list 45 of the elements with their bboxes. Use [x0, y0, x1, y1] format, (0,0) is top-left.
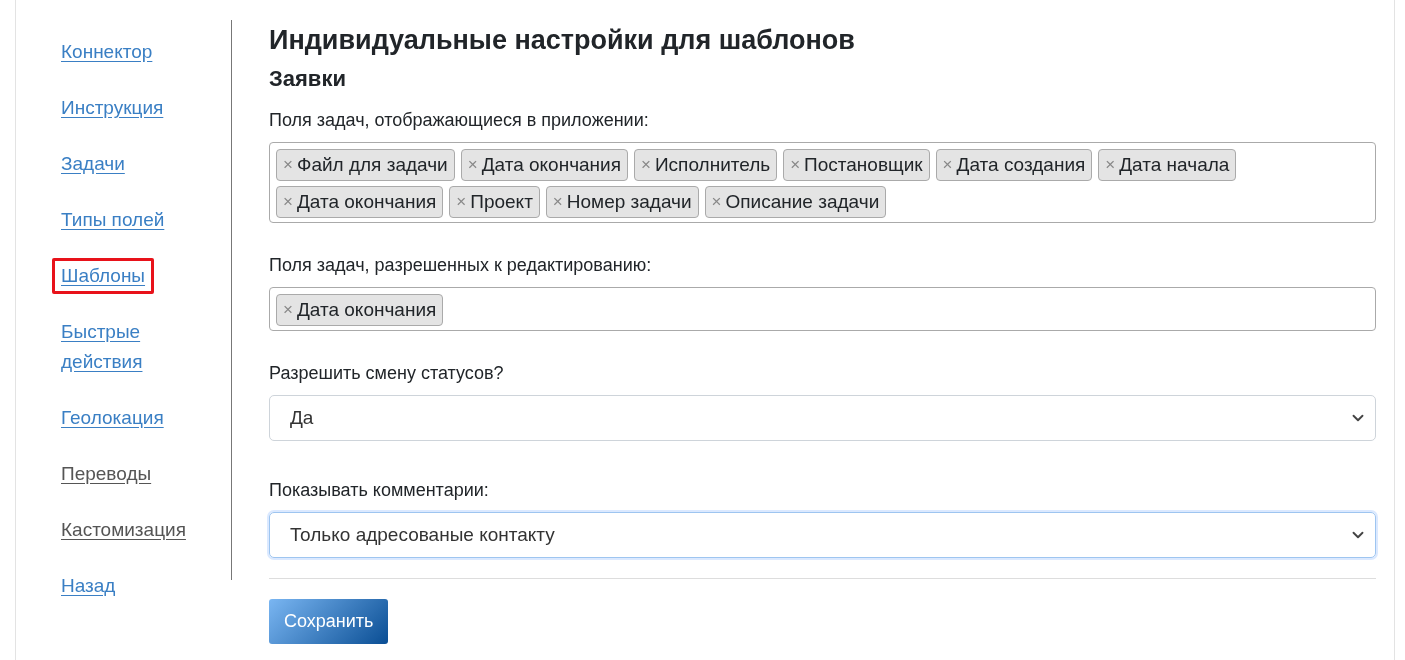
remove-tag-icon[interactable]: × — [283, 295, 293, 325]
sidebar-link[interactable]: Быстрые действия — [52, 314, 200, 380]
remove-tag-icon[interactable]: × — [456, 187, 467, 217]
remove-tag-icon[interactable]: × — [552, 187, 563, 217]
multi-select-field[interactable]: × Файл для задачи × Дата окончания × Исполнитель × Постановщик × Дата создания × Дата начала × Дата окончания × Проект × Номер задачи × Описание задачи — [269, 142, 1376, 223]
select-value: Да — [290, 407, 314, 429]
page-title: Индивидуальные настройки для шаблонов — [269, 24, 856, 57]
sidebar-link[interactable]: Инструкция — [52, 90, 173, 126]
tag-label: Дата начала — [1119, 153, 1230, 177]
tag-label: Дата окончания — [481, 153, 621, 177]
sidebar-link[interactable]: Геолокация — [52, 400, 173, 436]
sidebar-link[interactable]: Типы полей — [52, 202, 174, 238]
field-label: Разрешить смену статусов? — [269, 362, 505, 385]
sidebar-link[interactable]: Шаблоны — [52, 258, 155, 294]
sidebar-link[interactable]: Переводы — [52, 456, 161, 492]
sidebar-link[interactable]: Задачи — [52, 146, 134, 182]
field-label: Показывать комментарии: — [269, 479, 490, 502]
section-title: Заявки — [269, 65, 347, 93]
remove-tag-icon[interactable]: × — [641, 150, 651, 180]
back-link[interactable]: Назад — [52, 568, 125, 604]
save-button[interactable]: Сохранить — [269, 599, 389, 644]
field-label: Поля задач, разрешенных к редактированию: — [269, 254, 653, 277]
sidebar-link[interactable]: Коннектор — [52, 34, 162, 70]
select-field[interactable]: Только адресованые контакту — [269, 512, 1376, 558]
tag-label: Номер задачи — [566, 190, 692, 214]
remove-tag-icon[interactable]: × — [942, 150, 953, 180]
remove-tag-icon[interactable]: × — [467, 150, 478, 180]
select-value: Только адресованые контакту — [290, 524, 555, 546]
remove-tag-icon[interactable]: × — [283, 150, 293, 180]
remove-tag-icon[interactable]: × — [711, 187, 722, 217]
remove-tag-icon[interactable]: × — [1105, 150, 1116, 180]
tag-label: Постановщик — [804, 153, 923, 177]
remove-tag-icon[interactable]: × — [283, 187, 293, 217]
field-label: Поля задач, отображающиеся в приложении: — [269, 109, 650, 132]
tag-label: Проект — [470, 190, 533, 214]
tag-label: Дата создания — [956, 153, 1086, 177]
sidebar-link[interactable]: Кастомизация — [52, 512, 195, 548]
multi-select-field[interactable]: × Дата окончания — [269, 287, 1376, 331]
tag-label: Исполнитель — [654, 153, 771, 177]
tag-label: Файл для задачи — [296, 153, 448, 177]
remove-tag-icon[interactable]: × — [790, 150, 801, 180]
tag-label: Дата окончания — [296, 190, 437, 214]
select-field[interactable]: Да — [269, 395, 1376, 441]
tag-label: Описание задачи — [725, 190, 880, 214]
tag-label: Дата окончания — [296, 298, 437, 322]
